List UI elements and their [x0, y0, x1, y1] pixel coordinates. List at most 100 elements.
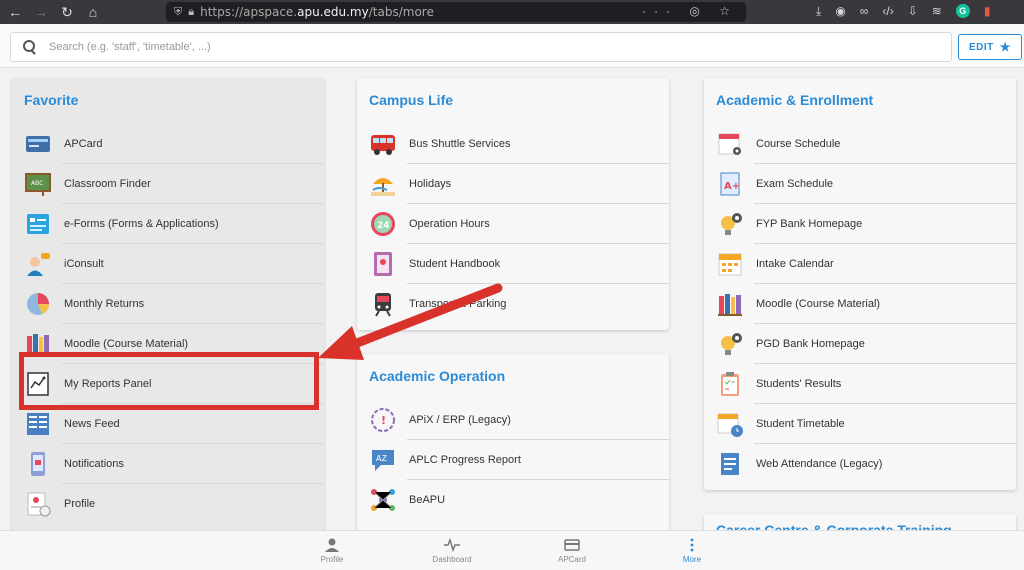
grade-doc-icon: A+	[716, 170, 744, 198]
campus-life-item[interactable]: 24 Operation Hours	[357, 204, 669, 244]
card-icon	[24, 130, 52, 158]
clock-24-icon: 24	[369, 210, 397, 238]
form-icon	[24, 210, 52, 238]
academic-operation-item[interactable]: ! APiX / ERP (Legacy)	[357, 400, 669, 440]
academic-enrollment-item[interactable]: FYP Bank Homepage	[704, 204, 1016, 244]
lock-icon[interactable]: 🔒︎	[188, 6, 194, 19]
person-icon	[324, 538, 340, 552]
grammarly-icon[interactable]: G	[955, 4, 970, 18]
profile-doc-icon	[24, 490, 52, 518]
favorite-item[interactable]: APCard	[12, 124, 324, 164]
favorite-item[interactable]: News Feed	[12, 404, 324, 444]
search-box[interactable]	[10, 32, 952, 62]
academic-enrollment-item-label: Web Attendance (Legacy)	[756, 458, 883, 470]
favorite-item-label: e-Forms (Forms & Applications)	[64, 218, 219, 230]
svg-text:!: !	[381, 414, 386, 427]
handbook-icon	[369, 250, 397, 278]
home-icon[interactable]: ⌂	[82, 4, 104, 20]
academic-enrollment-item[interactable]: Intake Calendar	[704, 244, 1016, 284]
campus-life-item-label: Transport & Parking	[409, 298, 507, 310]
favorite-item[interactable]: Notifications	[12, 444, 324, 484]
favorite-item-label: Moodle (Course Material)	[64, 338, 189, 350]
academic-enrollment-item[interactable]: Web Attendance (Legacy)	[704, 444, 1016, 484]
browser-toolbar: ← → ↻ ⌂ ⛨ 🔒︎ https://apspace.apu.edu.my/…	[0, 0, 1024, 24]
favorite-item-label: Notifications	[64, 458, 124, 470]
favorite-item[interactable]: Profile	[12, 484, 324, 524]
code-icon[interactable]: ‹/›	[882, 4, 893, 19]
academic-enrollment-item[interactable]: A+ Exam Schedule	[704, 164, 1016, 204]
svg-text:A+: A+	[724, 181, 740, 192]
search-header: EDIT ★	[0, 24, 1024, 68]
books-icon	[716, 290, 744, 318]
page-actions-icon[interactable]: ··· ◎ ☆	[642, 4, 738, 18]
campus-life-item[interactable]: Student Handbook	[357, 244, 669, 284]
academic-operation-item[interactable]: AZ APLC Progress Report	[357, 440, 669, 480]
layers-icon[interactable]: ≋	[932, 4, 942, 19]
favorite-item[interactable]: ABC Classroom Finder	[12, 164, 324, 204]
mask-icon[interactable]: ∞	[860, 4, 869, 19]
academic-enrollment-item-label: PGD Bank Homepage	[756, 338, 865, 350]
favorite-item-label: News Feed	[64, 418, 120, 430]
download-icon[interactable]: ⤓	[816, 4, 821, 19]
tab-profile[interactable]: Profile	[272, 531, 392, 570]
account-icon[interactable]: ◉	[835, 4, 845, 19]
campus-life-item-label: Holidays	[409, 178, 452, 190]
tab-label: APCard	[557, 555, 586, 564]
campus-life-item-label: Student Handbook	[409, 258, 501, 270]
forward-icon[interactable]: →	[30, 4, 52, 20]
campus-life-title: Campus Life	[369, 92, 454, 108]
back-icon[interactable]: ←	[4, 4, 26, 20]
card-icon	[564, 538, 580, 552]
favorite-item-label: iConsult	[64, 258, 104, 270]
academic-enrollment-item-label: Intake Calendar	[756, 258, 834, 270]
academic-operation-item-label: BeAPU	[409, 494, 446, 506]
extension-flag-icon[interactable]: ▮	[984, 4, 991, 19]
favorite-item[interactable]: Monthly Returns	[12, 284, 324, 324]
favorite-item-label: Classroom Finder	[64, 178, 151, 190]
pulse-icon	[444, 537, 460, 553]
academic-enrollment-item[interactable]: Students' Results	[704, 364, 1016, 404]
academic-operation-item[interactable]: BeAPU	[357, 480, 669, 520]
academic-enrollment-item[interactable]: PGD Bank Homepage	[704, 324, 1016, 364]
favorite-item[interactable]: iConsult	[12, 244, 324, 284]
search-input[interactable]	[49, 41, 909, 53]
campus-life-item[interactable]: Bus Shuttle Services	[357, 124, 669, 164]
calendar-icon	[716, 250, 744, 278]
academic-enrollment-item[interactable]: Student Timetable	[704, 404, 1016, 444]
academic-operation-item-label: APiX / ERP (Legacy)	[409, 414, 511, 426]
star-icon: ★	[999, 40, 1012, 54]
edit-label: EDIT	[968, 41, 994, 53]
favorite-item-label: APCard	[64, 138, 103, 150]
campus-life-item-label: Bus Shuttle Services	[409, 138, 511, 150]
tab-label: Dashboard	[432, 555, 472, 564]
shield-icon[interactable]: ⛨	[174, 6, 182, 19]
academic-enrollment-item[interactable]: Moodle (Course Material)	[704, 284, 1016, 324]
academic-enrollment-item-label: Course Schedule	[756, 138, 841, 150]
tab-dashboard[interactable]: Dashboard	[392, 531, 512, 570]
tab-apcard[interactable]: APCard	[512, 531, 632, 570]
academic-operation-title: Academic Operation	[369, 368, 506, 384]
phone-notification-icon	[24, 450, 52, 478]
edit-button[interactable]: EDIT ★	[958, 34, 1022, 60]
extension-icons: ⤓ ◉ ∞ ‹/› ⇩ ≋ G ▮	[816, 4, 990, 19]
news-icon	[24, 410, 52, 438]
url-bar[interactable]: ⛨ 🔒︎ https://apspace.apu.edu.my/tabs/mor…	[166, 2, 746, 22]
bottom-tab-bar: Profile Dashboard APCard More	[0, 530, 1024, 570]
campus-life-item[interactable]: Holidays	[357, 164, 669, 204]
svg-text:AZ: AZ	[376, 454, 387, 463]
academic-enrollment-item-label: Students' Results	[756, 378, 842, 390]
favorite-card: Favorite APCard ABC Classroom Finder e-Form…	[12, 78, 324, 538]
academic-enrollment-item-label: Student Timetable	[756, 418, 845, 430]
academic-enrollment-item-label: FYP Bank Homepage	[756, 218, 863, 230]
academic-enrollment-item[interactable]: Course Schedule	[704, 124, 1016, 164]
network-icon	[369, 486, 397, 514]
reload-icon[interactable]: ↻	[56, 4, 78, 21]
svg-text:ABC: ABC	[31, 180, 43, 187]
clipboard-icon	[716, 370, 744, 398]
tab-more[interactable]: More	[632, 531, 752, 570]
url-text: https://apspace.apu.edu.my/tabs/more	[200, 5, 434, 19]
download-arrow-icon[interactable]: ⇩	[908, 4, 918, 19]
favorite-item-label: Profile	[64, 498, 96, 510]
campus-life-item[interactable]: Transport & Parking	[357, 284, 669, 324]
favorite-item[interactable]: e-Forms (Forms & Applications)	[12, 204, 324, 244]
